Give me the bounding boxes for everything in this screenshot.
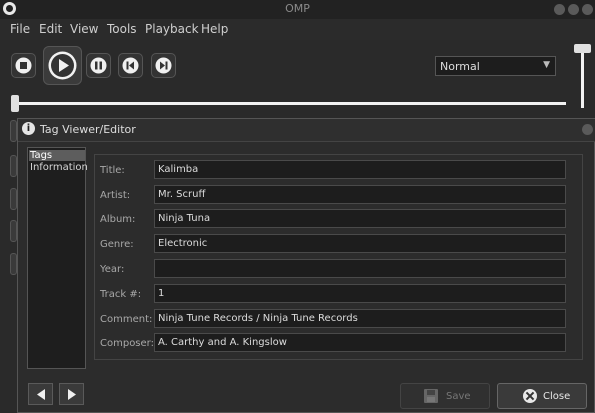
app-title: OMP <box>285 2 310 15</box>
hidden-button <box>10 155 17 177</box>
close-button-label: Close <box>543 391 571 402</box>
menu-file[interactable]: File <box>10 22 30 36</box>
year-field[interactable] <box>154 259 566 278</box>
nav-item-tags[interactable]: Tags <box>29 150 85 161</box>
year-label: Year: <box>100 264 125 275</box>
comment-label: Comment: <box>100 314 153 325</box>
playback-mode-value: Normal <box>440 60 480 73</box>
title-label: Title: <box>100 165 125 176</box>
composer-field[interactable]: A. Carthy and A. Kingslow <box>154 333 566 352</box>
playback-mode-select[interactable]: Normal ▼ <box>435 56 556 76</box>
play-icon <box>48 51 77 80</box>
next-track-button[interactable] <box>59 383 84 405</box>
next-button[interactable] <box>151 53 176 78</box>
minimize-icon[interactable] <box>554 4 565 15</box>
menu-view[interactable]: View <box>70 22 98 36</box>
hidden-button <box>10 253 17 275</box>
save-icon <box>424 389 438 403</box>
close-window-icon[interactable] <box>582 4 593 15</box>
stop-icon <box>15 57 32 74</box>
comment-field[interactable]: Ninja Tune Records / Ninja Tune Records <box>154 309 566 328</box>
arrow-right-icon <box>68 389 76 400</box>
volume-slider-handle[interactable] <box>574 44 591 53</box>
maximize-icon[interactable] <box>568 4 579 15</box>
stop-button[interactable] <box>11 53 36 78</box>
dialog-close-icon[interactable] <box>582 124 593 135</box>
previous-button[interactable] <box>118 53 143 78</box>
track-number-label: Track #: <box>100 289 142 300</box>
artist-label: Artist: <box>100 190 131 201</box>
nav-item-information[interactable]: Information <box>29 162 88 173</box>
pause-icon <box>90 57 107 74</box>
save-button-label: Save <box>446 391 471 402</box>
pause-button[interactable] <box>86 53 111 78</box>
close-icon <box>523 389 537 403</box>
seek-slider-handle[interactable] <box>11 95 19 112</box>
genre-label: Genre: <box>100 239 134 250</box>
skip-forward-icon <box>155 57 172 74</box>
composer-label: Composer: <box>100 338 154 349</box>
arrow-left-icon <box>37 389 45 400</box>
seek-slider[interactable] <box>15 102 566 105</box>
previous-track-button[interactable] <box>28 383 53 405</box>
save-button[interactable]: Save <box>400 383 490 409</box>
genre-field[interactable]: Electronic <box>154 234 566 253</box>
close-button[interactable]: Close <box>497 383 587 409</box>
play-button[interactable] <box>43 46 82 85</box>
menu-playback[interactable]: Playback <box>145 22 199 36</box>
hidden-button <box>10 120 17 142</box>
menu-help[interactable]: Help <box>201 22 228 36</box>
info-icon: i <box>22 122 35 135</box>
skip-back-icon <box>122 57 139 74</box>
hidden-button <box>10 188 17 210</box>
hidden-button <box>10 220 17 242</box>
menu-edit[interactable]: Edit <box>39 22 62 36</box>
album-label: Album: <box>100 214 136 225</box>
dialog-title: Tag Viewer/Editor <box>40 123 136 136</box>
chevron-down-icon: ▼ <box>543 60 550 70</box>
title-field[interactable]: Kalimba <box>154 160 566 179</box>
album-field[interactable]: Ninja Tuna <box>154 209 566 228</box>
volume-slider[interactable] <box>581 48 584 108</box>
menu-tools[interactable]: Tools <box>107 22 137 36</box>
dialog-nav-list: Tags Information <box>27 147 88 369</box>
track-number-field[interactable]: 1 <box>154 284 566 303</box>
artist-field[interactable]: Mr. Scruff <box>154 185 566 204</box>
